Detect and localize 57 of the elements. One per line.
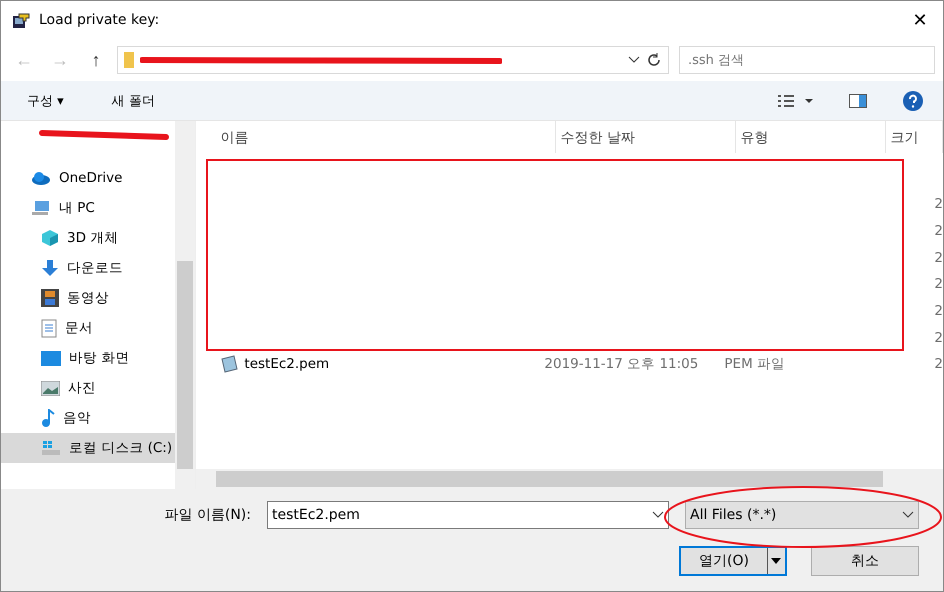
folder-icon — [124, 52, 134, 68]
sidebar-item[interactable]: 바탕 화면 — [1, 343, 176, 373]
scrollbar-thumb[interactable] — [216, 471, 883, 487]
preview-pane-icon[interactable] — [849, 94, 867, 108]
cube-icon — [41, 229, 59, 247]
help-icon[interactable] — [903, 90, 923, 110]
chevron-down-icon — [652, 511, 664, 519]
sidebar-item[interactable]: 사진 — [1, 373, 176, 403]
file-size: 2 — [934, 303, 943, 320]
monitor-icon — [41, 350, 61, 366]
landscape-icon — [41, 380, 60, 396]
cancel-button[interactable]: 취소 — [811, 546, 919, 576]
scrollbar-thumb[interactable] — [177, 261, 194, 469]
address-bar[interactable] — [117, 46, 669, 74]
music-note-icon — [41, 409, 55, 427]
column-header[interactable]: 유형 — [736, 121, 886, 153]
sidebar-item[interactable]: 다운로드 — [1, 253, 176, 283]
organize-button[interactable]: 구성 ▾ — [21, 90, 70, 110]
chevron-down-icon — [902, 511, 914, 519]
file-size: 2 — [934, 250, 943, 266]
sidebar-item[interactable]: 동영상 — [1, 283, 176, 313]
open-button[interactable]: 열기(O) — [679, 546, 787, 576]
filename-field[interactable]: testEc2.pem — [267, 501, 669, 529]
close-button[interactable]: ✕ — [897, 1, 943, 39]
sidebar-item[interactable]: 내 PC — [1, 193, 176, 223]
sidebar-item[interactable]: 문서 — [1, 313, 176, 343]
sidebar-item[interactable]: 로컬 디스크 (C:) — [1, 433, 176, 463]
file-type: PEM 파일 — [724, 355, 786, 374]
file-name[interactable]: testEc2.pem — [244, 356, 330, 372]
computer-icon — [31, 200, 51, 216]
file-size: 2 — [934, 223, 943, 240]
modified-date: 2019-11-17 오후 11:05 — [544, 355, 698, 374]
file-size: 2 — [934, 276, 943, 292]
file-size: 2 — [934, 356, 943, 372]
column-header[interactable]: 수정한 날짜 — [556, 121, 736, 153]
column-header[interactable]: 이름 — [216, 121, 556, 153]
search-field[interactable]: .ssh 검색 — [679, 46, 935, 74]
file-icon — [220, 355, 238, 374]
sidebar-item[interactable]: OneDrive — [1, 163, 176, 193]
file-size: 2 — [934, 330, 943, 346]
down-arrow-icon — [41, 259, 59, 277]
filename-label: 파일 이름(N): — [164, 506, 251, 524]
up-button[interactable]: ↑ — [81, 48, 111, 72]
file-type-dropdown[interactable]: All Files (*.*) — [685, 501, 919, 529]
sidebar-item[interactable]: 음악 — [1, 403, 176, 433]
refresh-icon — [646, 52, 662, 68]
chevron-down-icon — [628, 56, 640, 64]
document-icon — [41, 318, 57, 338]
new-folder-button[interactable]: 새 폴더 — [106, 90, 161, 110]
view-list-icon[interactable] — [777, 94, 813, 108]
drive-icon — [41, 440, 61, 456]
column-header[interactable]: 크기 — [886, 121, 943, 153]
sidebar-item[interactable]: 3D 개체 — [1, 223, 176, 253]
file-size: 2 — [934, 196, 943, 212]
window-title: Load private key: — [39, 12, 160, 28]
cloud-icon — [31, 171, 51, 185]
film-icon — [41, 289, 59, 307]
